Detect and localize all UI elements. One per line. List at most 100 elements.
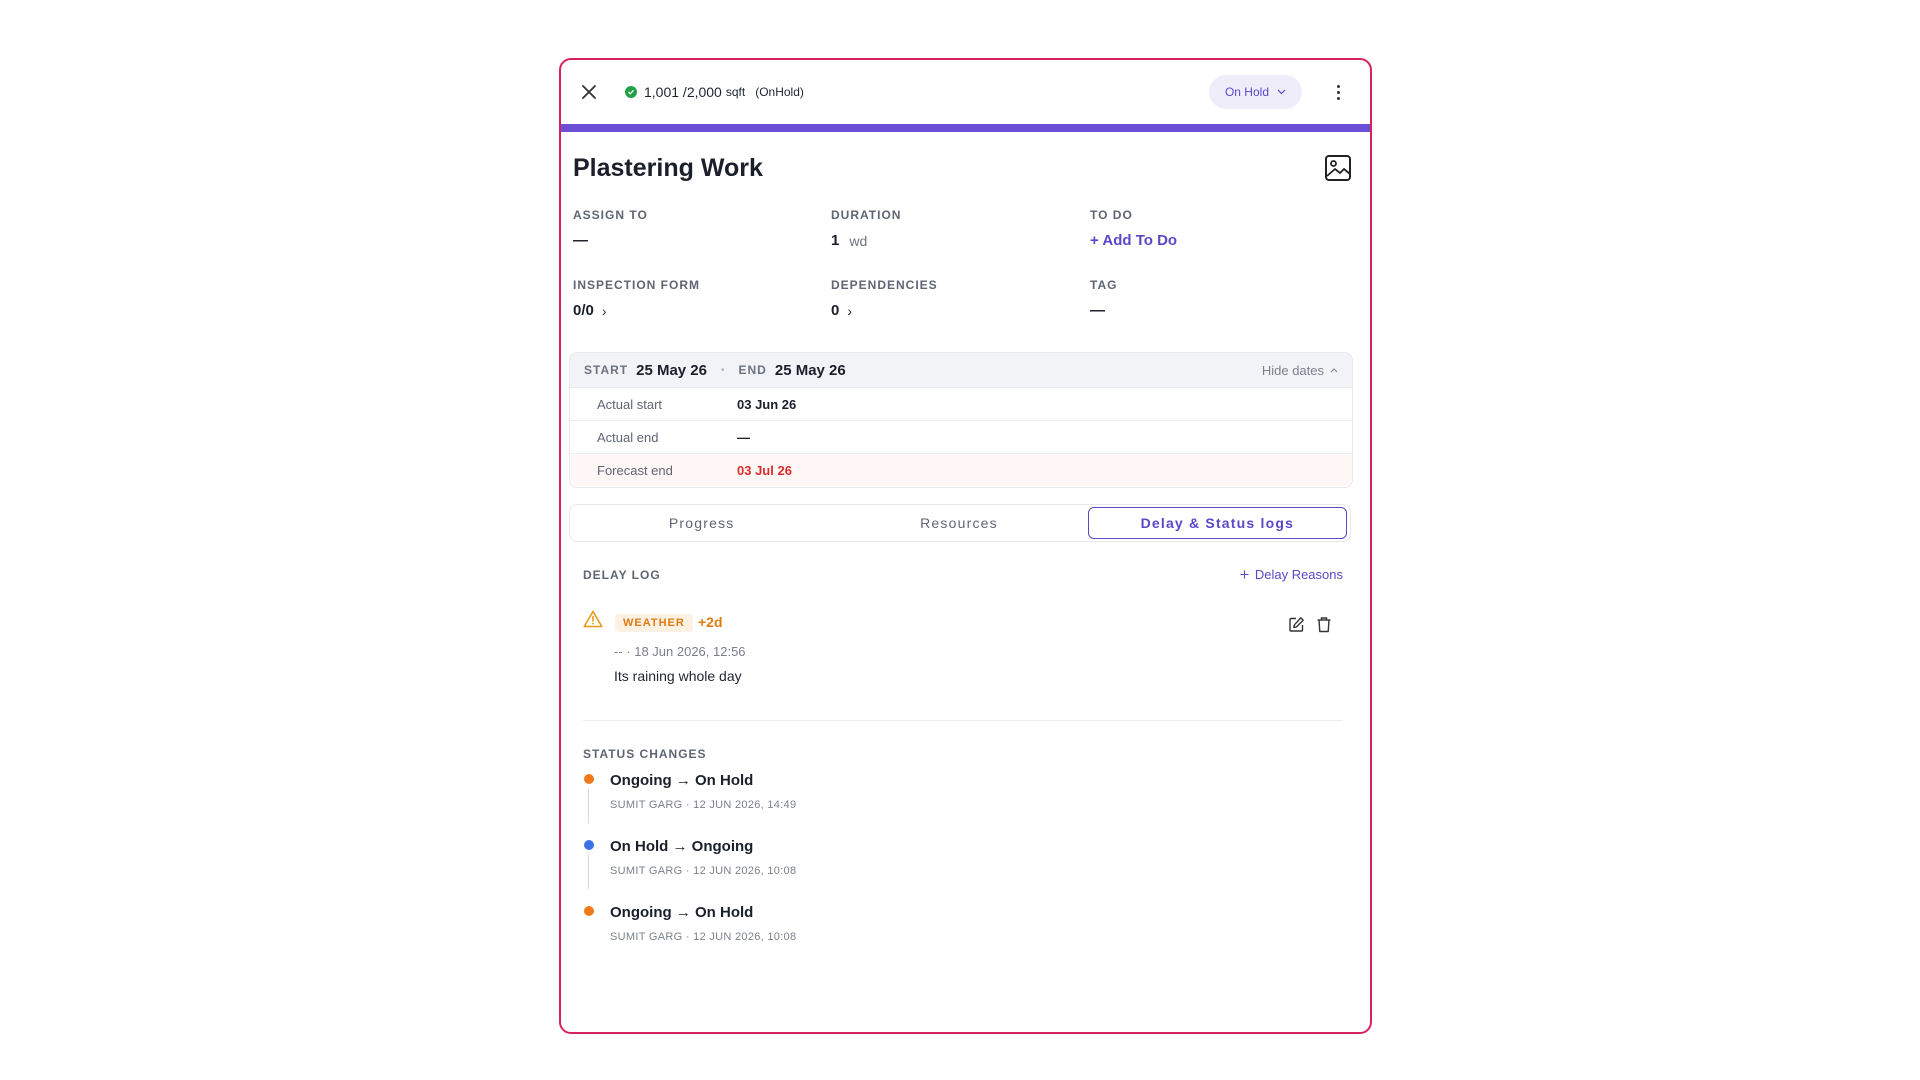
status-change-meta: SUMIT GARG · 12 JUN 2026, 10:08 (610, 865, 797, 877)
tab-bar: Progress Resources Delay & Status logs (569, 504, 1351, 542)
warning-icon (583, 610, 603, 628)
edit-delay-button[interactable] (1288, 616, 1305, 638)
duration-unit: wd (849, 232, 868, 249)
row-value: 03 Jul 26 (737, 462, 792, 478)
status-changes-heading: STATUS CHANGES (583, 747, 707, 761)
check-circle-icon (625, 86, 637, 98)
field-duration: DURATION 1 wd (831, 208, 901, 249)
delete-delay-button[interactable] (1316, 616, 1332, 638)
tab-delay-status-logs[interactable]: Delay & Status logs (1087, 507, 1347, 539)
assign-to-value[interactable]: — (573, 232, 648, 249)
tag-value[interactable]: — (1090, 302, 1117, 319)
status-change-title: On Hold → Ongoing (610, 838, 754, 855)
status-change-item: On Hold → Ongoing SUMIT GARG · 12 JUN 20… (583, 838, 1343, 904)
field-value-text: — (1090, 302, 1105, 319)
quantity-value: 1,001 /2,000 (644, 84, 722, 100)
duration-number: 1 (831, 232, 840, 249)
quantity-unit: sqft (725, 85, 746, 99)
end-date[interactable]: 25 May 26 (775, 362, 846, 379)
inspection-form-link[interactable]: 0/0 › (573, 302, 700, 319)
status-dropdown[interactable]: On Hold (1208, 75, 1302, 109)
field-label: DEPENDENCIES (831, 278, 938, 292)
progress-accent-bar (561, 124, 1370, 132)
status-change-item: Ongoing → On Hold SUMIT GARG · 12 JUN 20… (583, 904, 1343, 970)
trash-icon (1317, 617, 1331, 633)
field-label: ASSIGN TO (573, 208, 648, 222)
start-date[interactable]: 25 May 26 (636, 362, 707, 379)
dependencies-link[interactable]: 0 › (831, 302, 938, 319)
delay-days: +2d (698, 614, 723, 630)
delay-log-header: DELAY LOG Delay Reasons (583, 567, 1343, 582)
inspection-form-value: 0/0 (573, 302, 594, 319)
row-label: Forecast end (597, 462, 673, 478)
status-timeline: Ongoing → On Hold SUMIT GARG · 12 JUN 20… (583, 772, 1343, 970)
plus-icon (1240, 570, 1249, 579)
more-options-button[interactable] (1324, 75, 1352, 109)
status-dot (584, 840, 594, 850)
more-vertical-icon (1336, 84, 1340, 88)
title-row: Plastering Work (561, 132, 1370, 202)
hide-dates-toggle[interactable]: Hide dates (1262, 363, 1338, 378)
field-label: INSPECTION FORM (573, 278, 701, 292)
tab-resources[interactable]: Resources (830, 507, 1087, 539)
field-todo: TO DO + Add To Do (1090, 208, 1177, 249)
field-value-text: — (573, 232, 588, 249)
divider (583, 720, 1343, 721)
row-label: Actual end (597, 429, 659, 445)
actual-start-row: Actual start 03 Jun 26 (570, 388, 1352, 421)
actual-end-row: Actual end — (570, 421, 1352, 454)
field-label: DURATION (831, 208, 902, 222)
status-dot (584, 774, 594, 784)
field-label: TO DO (1090, 208, 1133, 222)
chevron-down-icon (1277, 89, 1286, 95)
edit-icon (1289, 617, 1304, 632)
quantity-progress: 1,001 /2,000 sqft (OnHold) (625, 84, 804, 100)
status-change-meta: SUMIT GARG · 12 JUN 2026, 14:49 (610, 799, 797, 811)
task-title: Plastering Work (573, 154, 763, 182)
chevron-right-icon: › (601, 302, 607, 319)
delay-reason-badge: WEATHER (615, 614, 693, 632)
row-value[interactable]: 03 Jun 26 (737, 397, 796, 412)
chevron-right-icon: › (847, 302, 853, 319)
add-delay-reason-button[interactable]: Delay Reasons (1240, 567, 1343, 582)
timeline-connector (588, 789, 589, 823)
row-value[interactable]: — (737, 430, 750, 445)
forecast-end-row: Forecast end 03 Jul 26 (570, 454, 1352, 486)
delay-log-heading: DELAY LOG (583, 567, 661, 582)
hide-dates-label: Hide dates (1261, 362, 1324, 378)
end-label: END (738, 363, 767, 377)
field-label: TAG (1090, 278, 1118, 292)
delay-meta: -- · 18 Jun 2026, 12:56 (614, 644, 746, 659)
dates-header: START 25 May 26 • END 25 May 26 Hide dat… (570, 353, 1352, 388)
task-fields: ASSIGN TO — DURATION 1 wd TO DO + Add To … (573, 208, 1353, 348)
delay-reasons-label: Delay Reasons (1254, 567, 1343, 582)
task-detail-panel: 1,001 /2,000 sqft (OnHold) On Hold Plast… (559, 58, 1372, 1034)
status-change-title: Ongoing → On Hold (610, 772, 754, 789)
image-icon (1325, 155, 1351, 181)
status-changes-header: STATUS CHANGES (583, 745, 707, 763)
tab-progress[interactable]: Progress (573, 507, 830, 539)
status-change-meta: SUMIT GARG · 12 JUN 2026, 10:08 (610, 931, 797, 943)
row-label: Actual start (597, 396, 663, 412)
close-button[interactable] (575, 78, 603, 106)
add-todo-button[interactable]: + Add To Do (1090, 232, 1177, 249)
separator-dot: • (721, 364, 725, 376)
status-dropdown-label: On Hold (1224, 85, 1269, 99)
timeline-connector (588, 855, 589, 889)
field-assign-to: ASSIGN TO — (573, 208, 648, 249)
duration-value[interactable]: 1 wd (831, 232, 901, 249)
close-icon (582, 85, 596, 99)
dates-box: START 25 May 26 • END 25 May 26 Hide dat… (569, 352, 1353, 488)
quantity-status: (OnHold) (755, 85, 804, 99)
status-change-item: Ongoing → On Hold SUMIT GARG · 12 JUN 20… (583, 772, 1343, 838)
status-dot (584, 906, 594, 916)
field-tag: TAG — (1090, 278, 1117, 319)
dependencies-value: 0 (831, 302, 840, 319)
top-bar: 1,001 /2,000 sqft (OnHold) On Hold (561, 60, 1370, 124)
field-inspection-form: INSPECTION FORM 0/0 › (573, 278, 700, 319)
add-image-button[interactable] (1324, 154, 1352, 187)
field-dependencies: DEPENDENCIES 0 › (831, 278, 938, 319)
delay-log-item: WEATHER +2d -- · 18 Jun 2026, 12:56 Its … (583, 610, 1343, 700)
delay-note: Its raining whole day (614, 668, 742, 684)
status-change-title: Ongoing → On Hold (610, 904, 754, 921)
